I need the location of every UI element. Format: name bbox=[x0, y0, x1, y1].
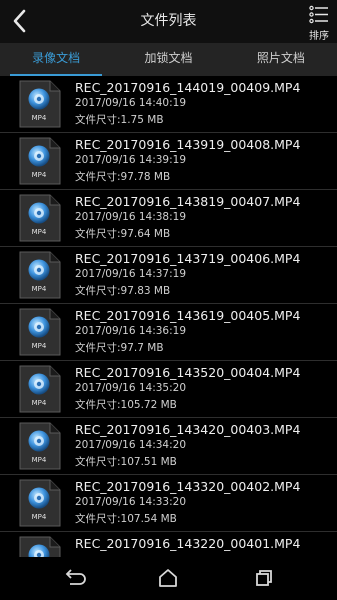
mp4-file-icon: MP4 bbox=[19, 536, 61, 557]
file-name: REC_20170916_143220_00401.MP4 bbox=[75, 536, 301, 551]
nav-back-button[interactable] bbox=[59, 565, 89, 591]
file-date: 2017/09/16 14:39:19 bbox=[75, 154, 187, 166]
page-title: 文件列表 bbox=[140, 13, 197, 29]
file-list-screen: 文件列表 排序 录像文档 加锁文档 照片文档 MP4 REC_20170916_1… bbox=[0, 0, 337, 600]
file-name: REC_20170916_143619_00405.MP4 bbox=[75, 308, 301, 323]
file-date: 2017/09/16 14:33:20 bbox=[75, 496, 187, 508]
nav-home-button[interactable] bbox=[153, 565, 183, 591]
file-name: REC_20170916_143819_00407.MP4 bbox=[75, 194, 301, 209]
tab-videos[interactable]: 录像文档 bbox=[0, 43, 112, 76]
file-name: REC_20170916_143320_00402.MP4 bbox=[75, 479, 301, 494]
file-type-label: MP4 bbox=[32, 513, 47, 521]
file-type-label: MP4 bbox=[32, 285, 47, 293]
file-item[interactable]: MP4 REC_20170916_143819_00407.MP4 2017/09/… bbox=[0, 190, 337, 247]
file-date: 2017/09/16 14:37:19 bbox=[75, 268, 187, 280]
file-name: REC_20170916_143520_00404.MP4 bbox=[75, 365, 301, 380]
file-item[interactable]: MP4 REC_20170916_143220_00401.MP4 bbox=[0, 532, 337, 557]
file-list[interactable]: MP4 REC_20170916_144019_00409.MP4 2017/09/… bbox=[0, 76, 337, 557]
file-size: 文件尺寸:107.51 MB bbox=[75, 456, 177, 468]
file-name: REC_20170916_144019_00409.MP4 bbox=[75, 80, 301, 95]
file-item[interactable]: MP4 REC_20170916_144019_00409.MP4 2017/09/… bbox=[0, 76, 337, 133]
file-size: 文件尺寸:107.54 MB bbox=[75, 513, 177, 525]
mp4-file-icon: MP4 bbox=[19, 194, 61, 242]
file-size: 文件尺寸:97.83 MB bbox=[75, 285, 171, 297]
file-date: 2017/09/16 14:34:20 bbox=[75, 439, 187, 451]
sort-button[interactable]: 排序 bbox=[305, 2, 333, 42]
file-date: 2017/09/16 14:36:19 bbox=[75, 325, 187, 337]
file-item[interactable]: MP4 REC_20170916_143420_00403.MP4 2017/09/… bbox=[0, 418, 337, 475]
file-item[interactable]: MP4 REC_20170916_143320_00402.MP4 2017/09/… bbox=[0, 475, 337, 532]
file-name: REC_20170916_143719_00406.MP4 bbox=[75, 251, 301, 266]
file-name: REC_20170916_143420_00403.MP4 bbox=[75, 422, 301, 437]
file-size: 文件尺寸:97.64 MB bbox=[75, 228, 171, 240]
tab-bar: 录像文档 加锁文档 照片文档 bbox=[0, 43, 337, 76]
mp4-file-icon: MP4 bbox=[19, 365, 61, 413]
file-item[interactable]: MP4 REC_20170916_143619_00405.MP4 2017/09/… bbox=[0, 304, 337, 361]
file-type-label: MP4 bbox=[32, 399, 47, 407]
file-type-label: MP4 bbox=[32, 171, 47, 179]
tab-photos[interactable]: 照片文档 bbox=[225, 43, 337, 76]
file-size: 文件尺寸:105.72 MB bbox=[75, 399, 177, 411]
nav-home-icon bbox=[159, 569, 177, 587]
file-item[interactable]: MP4 REC_20170916_143719_00406.MP4 2017/09/… bbox=[0, 247, 337, 304]
file-date: 2017/09/16 14:38:19 bbox=[75, 211, 187, 223]
mp4-file-icon: MP4 bbox=[19, 422, 61, 470]
system-nav-bar bbox=[0, 557, 337, 600]
file-size: 文件尺寸:97.78 MB bbox=[75, 171, 171, 183]
title-bar: 文件列表 排序 bbox=[0, 0, 337, 43]
mp4-file-icon: MP4 bbox=[19, 137, 61, 185]
sort-label: 排序 bbox=[309, 31, 329, 42]
file-type-label: MP4 bbox=[32, 342, 47, 350]
mp4-file-icon: MP4 bbox=[19, 80, 61, 128]
file-date: 2017/09/16 14:40:19 bbox=[75, 97, 187, 109]
file-item[interactable]: MP4 REC_20170916_143520_00404.MP4 2017/09/… bbox=[0, 361, 337, 418]
file-item[interactable]: MP4 REC_20170916_143919_00408.MP4 2017/09/… bbox=[0, 133, 337, 190]
nav-recent-icon bbox=[256, 570, 272, 586]
file-date: 2017/09/16 14:35:20 bbox=[75, 382, 187, 394]
file-name: REC_20170916_143919_00408.MP4 bbox=[75, 137, 301, 152]
list-sort-icon bbox=[309, 5, 328, 24]
nav-back-icon bbox=[65, 569, 86, 585]
mp4-file-icon: MP4 bbox=[19, 479, 61, 527]
mp4-file-icon: MP4 bbox=[19, 251, 61, 299]
nav-recent-button[interactable] bbox=[247, 565, 277, 591]
file-type-label: MP4 bbox=[32, 456, 47, 464]
tab-locked[interactable]: 加锁文档 bbox=[112, 43, 224, 76]
file-type-label: MP4 bbox=[32, 114, 47, 122]
file-size: 文件尺寸:97.7 MB bbox=[75, 342, 164, 354]
file-type-label: MP4 bbox=[32, 228, 47, 236]
mp4-file-icon: MP4 bbox=[19, 308, 61, 356]
file-size: 文件尺寸:1.75 MB bbox=[75, 114, 164, 126]
